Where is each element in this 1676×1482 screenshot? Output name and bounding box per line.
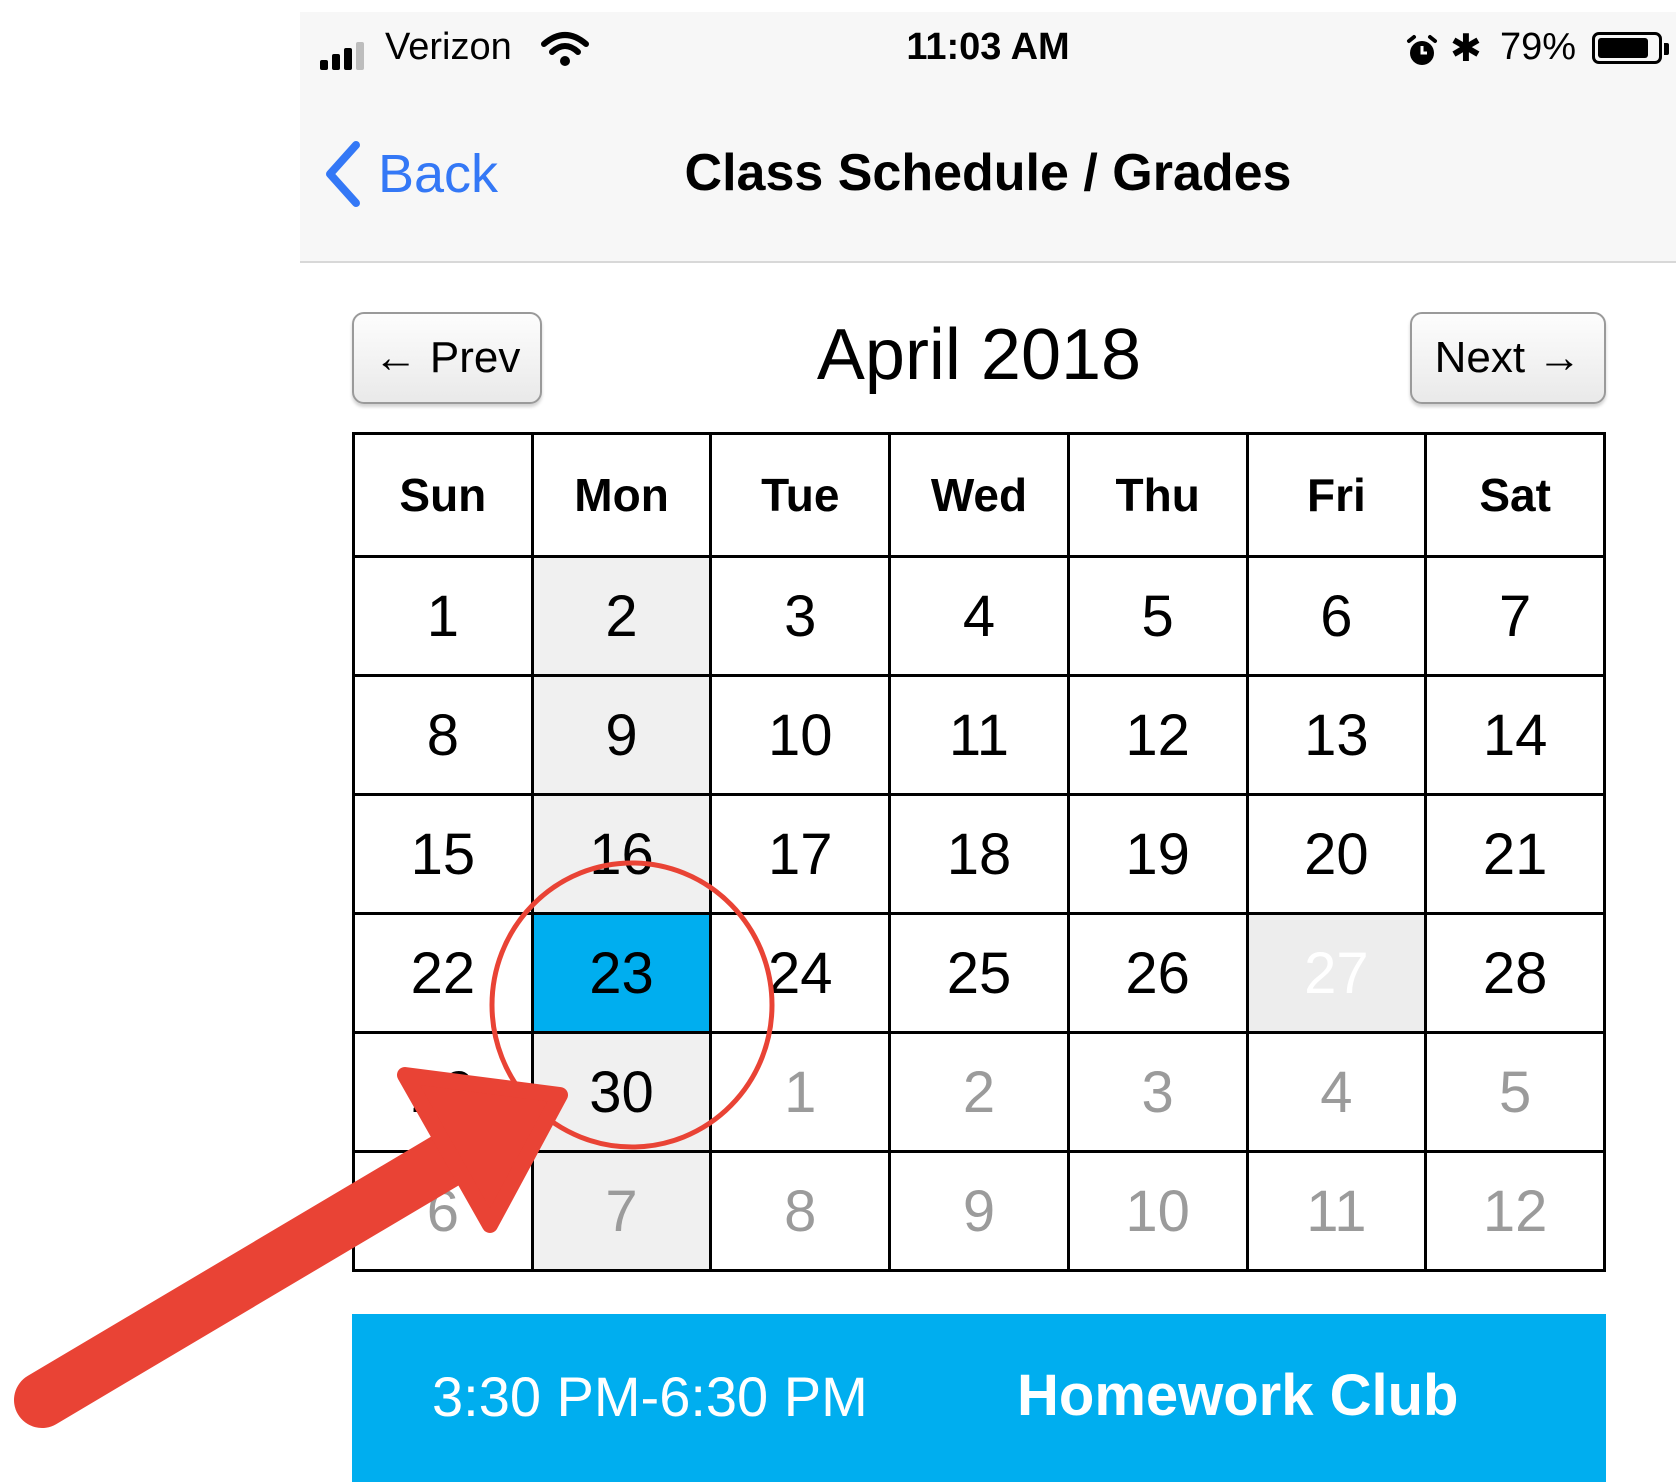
day-cell[interactable]: 2 bbox=[530, 555, 713, 677]
calendar-grid: Sun Mon Tue Wed Thu Fri Sat 1 2 3 4 5 6 … bbox=[352, 432, 1606, 1272]
day-cell-next-month[interactable]: 3 bbox=[1066, 1031, 1249, 1153]
day-cell[interactable]: 12 bbox=[1066, 674, 1249, 796]
day-cell[interactable]: 6 bbox=[1245, 555, 1428, 677]
event-time: 3:30 PM-6:30 PM bbox=[432, 1365, 868, 1428]
battery-icon bbox=[1592, 32, 1669, 64]
bluetooth-icon: ✱ bbox=[1450, 28, 1482, 70]
weekday-tue: Tue bbox=[709, 432, 892, 558]
next-month-button[interactable]: Next → bbox=[1410, 312, 1606, 404]
day-cell[interactable]: 14 bbox=[1424, 674, 1606, 796]
week-row: 22 23 24 25 26 27 28 bbox=[352, 912, 1606, 1034]
day-cell-today[interactable]: 27 bbox=[1245, 912, 1428, 1034]
day-cell[interactable]: 1 bbox=[352, 555, 534, 677]
calendar-header: ← Prev April 2018 Next → bbox=[352, 312, 1606, 412]
week-row: 6 7 8 9 10 11 12 bbox=[352, 1150, 1606, 1272]
phone-screen: Verizon 11:03 AM ✱ 79% Back Class Schedu… bbox=[300, 12, 1676, 1482]
day-cell[interactable]: 28 bbox=[1424, 912, 1606, 1034]
navigation-bar: Back Class Schedule / Grades bbox=[300, 87, 1676, 263]
day-cell[interactable]: 9 bbox=[530, 674, 713, 796]
day-cell[interactable]: 18 bbox=[888, 793, 1070, 915]
week-row: 29 30 1 2 3 4 5 bbox=[352, 1031, 1606, 1153]
day-cell-next-month[interactable]: 6 bbox=[352, 1150, 534, 1272]
weekday-header-row: Sun Mon Tue Wed Thu Fri Sat bbox=[352, 432, 1606, 558]
day-cell-next-month[interactable]: 5 bbox=[1424, 1031, 1606, 1153]
day-cell[interactable]: 30 bbox=[530, 1031, 713, 1153]
day-cell-next-month[interactable]: 9 bbox=[888, 1150, 1070, 1272]
event-name: Homework Club bbox=[1017, 1363, 1459, 1428]
day-cell-next-month[interactable]: 1 bbox=[709, 1031, 892, 1153]
day-cell[interactable]: 21 bbox=[1424, 793, 1606, 915]
day-cell[interactable]: 10 bbox=[709, 674, 892, 796]
battery-percent: 79% bbox=[1500, 26, 1577, 68]
day-cell[interactable]: 3 bbox=[709, 555, 892, 677]
weekday-sun: Sun bbox=[352, 432, 534, 558]
weekday-sat: Sat bbox=[1424, 432, 1606, 558]
day-cell[interactable]: 20 bbox=[1245, 793, 1428, 915]
week-row: 8 9 10 11 12 13 14 bbox=[352, 674, 1606, 796]
day-cell[interactable]: 8 bbox=[352, 674, 534, 796]
day-cell[interactable]: 13 bbox=[1245, 674, 1428, 796]
day-cell-next-month[interactable]: 10 bbox=[1066, 1150, 1249, 1272]
day-cell[interactable]: 26 bbox=[1066, 912, 1249, 1034]
weekday-wed: Wed bbox=[888, 432, 1070, 558]
day-cell[interactable]: 16 bbox=[530, 793, 713, 915]
status-bar: Verizon 11:03 AM ✱ 79% bbox=[300, 12, 1676, 87]
day-cell[interactable]: 7 bbox=[1424, 555, 1606, 677]
page-title: Class Schedule / Grades bbox=[684, 144, 1292, 202]
day-cell-next-month[interactable]: 8 bbox=[709, 1150, 892, 1272]
day-cell-next-month[interactable]: 4 bbox=[1245, 1031, 1428, 1153]
day-cell[interactable]: 4 bbox=[888, 555, 1070, 677]
alarm-icon bbox=[1407, 35, 1437, 65]
day-cell-next-month[interactable]: 2 bbox=[888, 1031, 1070, 1153]
day-cell[interactable]: 15 bbox=[352, 793, 534, 915]
day-cell-next-month[interactable]: 11 bbox=[1245, 1150, 1428, 1272]
day-cell[interactable]: 24 bbox=[709, 912, 892, 1034]
day-cell-next-month[interactable]: 7 bbox=[530, 1150, 713, 1272]
day-cell[interactable]: 29 bbox=[352, 1031, 534, 1153]
event-item[interactable]: 3:30 PM-6:30 PM Homework Club bbox=[352, 1314, 1606, 1482]
day-cell-selected[interactable]: 23 bbox=[530, 912, 713, 1034]
week-row: 1 2 3 4 5 6 7 bbox=[352, 555, 1606, 677]
day-cell-next-month[interactable]: 12 bbox=[1424, 1150, 1606, 1272]
weekday-mon: Mon bbox=[530, 432, 713, 558]
weekday-fri: Fri bbox=[1245, 432, 1428, 558]
weekday-thu: Thu bbox=[1066, 432, 1249, 558]
day-cell[interactable]: 5 bbox=[1066, 555, 1249, 677]
week-row: 15 16 17 18 19 20 21 bbox=[352, 793, 1606, 915]
day-cell[interactable]: 19 bbox=[1066, 793, 1249, 915]
day-cell[interactable]: 22 bbox=[352, 912, 534, 1034]
day-cell[interactable]: 25 bbox=[888, 912, 1070, 1034]
day-cell[interactable]: 11 bbox=[888, 674, 1070, 796]
day-cell[interactable]: 17 bbox=[709, 793, 892, 915]
